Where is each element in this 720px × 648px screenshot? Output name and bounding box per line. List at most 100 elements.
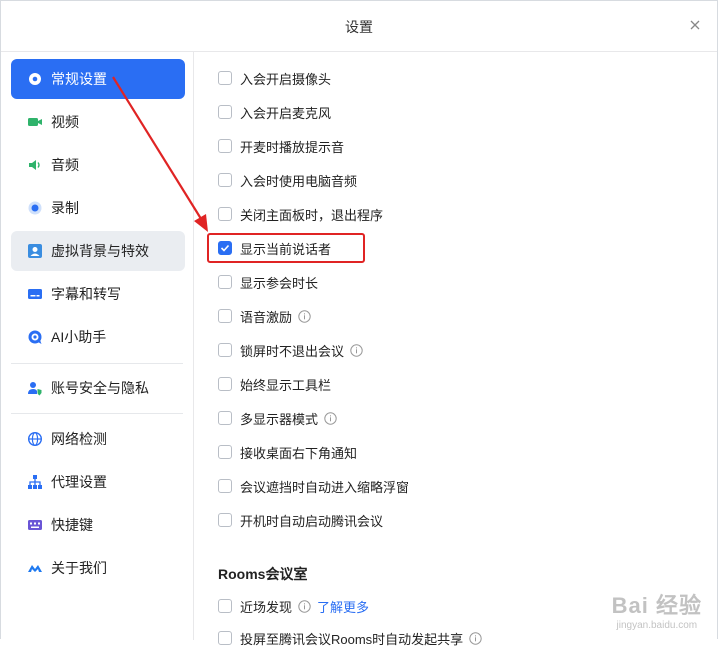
checkbox[interactable] [218,479,232,493]
checkbox[interactable] [218,173,232,187]
ai-assistant-icon [27,329,43,345]
video-camera-icon [27,114,43,130]
checkbox[interactable] [218,343,232,357]
option-exit-on-close[interactable]: 关闭主面板时，退出程序 [218,204,383,224]
option-voice-activation[interactable]: 语音激励 [218,306,311,326]
title-bar: 设置 [1,1,717,52]
tencent-logo-icon [27,560,43,576]
sidebar-item-label: 关于我们 [51,560,107,576]
sidebar-item-captions[interactable]: 字幕和转写 [11,274,185,314]
option-label: 语音激励 [240,309,293,325]
sidebar-item-label: 字幕和转写 [51,286,121,302]
option-label: 显示参会时长 [240,275,319,291]
option-multi-monitor[interactable]: 多显示器模式 [218,408,337,428]
option-label: 近场发现 [240,599,293,615]
option-unmute-sound[interactable]: 开麦时播放提示音 [218,136,344,156]
info-icon[interactable] [298,309,311,323]
sidebar-item-video[interactable]: 视频 [11,102,185,142]
sidebar-item-label: 常规设置 [51,71,107,87]
sidebar-item-label: 代理设置 [51,474,107,490]
option-label: 多显示器模式 [240,411,319,427]
sidebar-item-record[interactable]: 录制 [11,188,185,228]
checkbox[interactable] [218,139,232,153]
option-camera-on-join[interactable]: 入会开启摄像头 [218,68,331,88]
checkbox[interactable] [218,71,232,85]
option-label: 开机时自动启动腾讯会议 [240,513,384,529]
info-icon[interactable] [324,411,337,425]
sidebar-item-proxy[interactable]: 代理设置 [11,462,185,502]
sidebar-divider [11,363,183,364]
checkbox[interactable] [218,513,232,527]
window-title: 设置 [345,19,373,35]
sidebar-item-label: 视频 [51,114,79,130]
checkbox[interactable] [218,275,232,289]
sidebar-item-about[interactable]: 关于我们 [11,548,185,588]
checkbox[interactable] [218,377,232,391]
close-icon[interactable] [685,15,705,35]
sidebar-item-label: 虚拟背景与特效 [51,243,149,259]
sidebar-item-audio[interactable]: 音频 [11,145,185,185]
option-label: 接收桌面右下角通知 [240,445,358,461]
speaker-icon [27,157,43,173]
option-nearby-discovery[interactable]: 近场发现 了解更多 [218,596,369,616]
checkbox[interactable] [218,411,232,425]
sidebar-item-label: 账号安全与隐私 [51,380,149,396]
settings-sidebar: 常规设置 视频 音频 录制 虚拟背景与特效 字幕和转写 AI小助手 账号安全与隐… [1,51,194,640]
info-icon[interactable] [350,343,363,357]
option-auto-share-to-rooms[interactable]: 投屏至腾讯会议Rooms时自动发起共享 [218,628,482,648]
sidebar-item-ai-assistant[interactable]: AI小助手 [11,317,185,357]
caption-icon [27,286,43,302]
sidebar-divider [11,413,183,414]
watermark: Bai 经验 jingyan.baidu.com [612,588,702,631]
watermark-url: jingyan.baidu.com [616,620,698,631]
option-desktop-notifications[interactable]: 接收桌面右下角通知 [218,442,357,462]
settings-window: 设置 常规设置 视频 音频 录制 虚拟背景与特效 字幕和转写 AI小助手 账号安… [0,0,718,647]
sidebar-item-shortcuts[interactable]: 快捷键 [11,505,185,545]
option-computer-audio[interactable]: 入会时使用电脑音频 [218,170,357,190]
watermark-logo: Bai 经验 [611,593,702,618]
option-label: 开麦时播放提示音 [240,139,345,155]
option-label: 始终显示工具栏 [240,377,332,393]
sidebar-item-account-security[interactable]: 账号安全与隐私 [11,368,185,408]
sidebar-item-label: AI小助手 [51,329,107,345]
info-icon[interactable] [469,631,482,645]
option-mic-on-join[interactable]: 入会开启麦克风 [218,102,331,122]
checkbox[interactable] [218,207,232,221]
option-show-duration[interactable]: 显示参会时长 [218,272,318,292]
option-stay-on-lock[interactable]: 锁屏时不退出会议 [218,340,363,360]
checkbox[interactable] [218,631,232,645]
checkbox[interactable] [218,105,232,119]
option-label: 入会开启麦克风 [240,105,332,121]
checkbox[interactable] [218,309,232,323]
user-shield-icon [27,380,43,396]
checkbox[interactable] [218,445,232,459]
gear-icon [27,71,43,87]
option-label: 投屏至腾讯会议Rooms时自动发起共享 [240,631,464,647]
sidebar-item-label: 录制 [51,200,79,216]
sidebar-item-label: 快捷键 [51,517,93,533]
annotation-highlight-box [207,233,365,263]
sidebar-item-virtual-background[interactable]: 虚拟背景与特效 [11,231,185,271]
sidebar-item-label: 网络检测 [51,431,107,447]
record-icon [27,200,43,216]
settings-content: 入会开启摄像头 入会开启麦克风 开麦时播放提示音 入会时使用电脑音频 关闭主面板… [194,51,717,647]
portrait-icon [27,243,43,259]
checkbox[interactable] [218,599,232,613]
sidebar-item-network-check[interactable]: 网络检测 [11,419,185,459]
network-tree-icon [27,474,43,490]
globe-icon [27,431,43,447]
option-always-show-toolbar[interactable]: 始终显示工具栏 [218,374,331,394]
learn-more-link[interactable]: 了解更多 [317,597,369,616]
keyboard-icon [27,517,43,533]
option-label: 会议遮挡时自动进入缩略浮窗 [240,479,410,495]
option-auto-mini-window[interactable]: 会议遮挡时自动进入缩略浮窗 [218,476,409,496]
option-label: 关闭主面板时，退出程序 [240,207,384,223]
option-launch-on-startup[interactable]: 开机时自动启动腾讯会议 [218,510,383,530]
option-label: 入会开启摄像头 [240,71,332,87]
rooms-section-title: Rooms会议室 [218,566,308,582]
sidebar-item-general[interactable]: 常规设置 [11,59,185,99]
option-label: 锁屏时不退出会议 [240,343,345,359]
info-icon[interactable] [298,599,311,613]
option-label: 入会时使用电脑音频 [240,173,358,189]
sidebar-item-label: 音频 [51,157,79,173]
